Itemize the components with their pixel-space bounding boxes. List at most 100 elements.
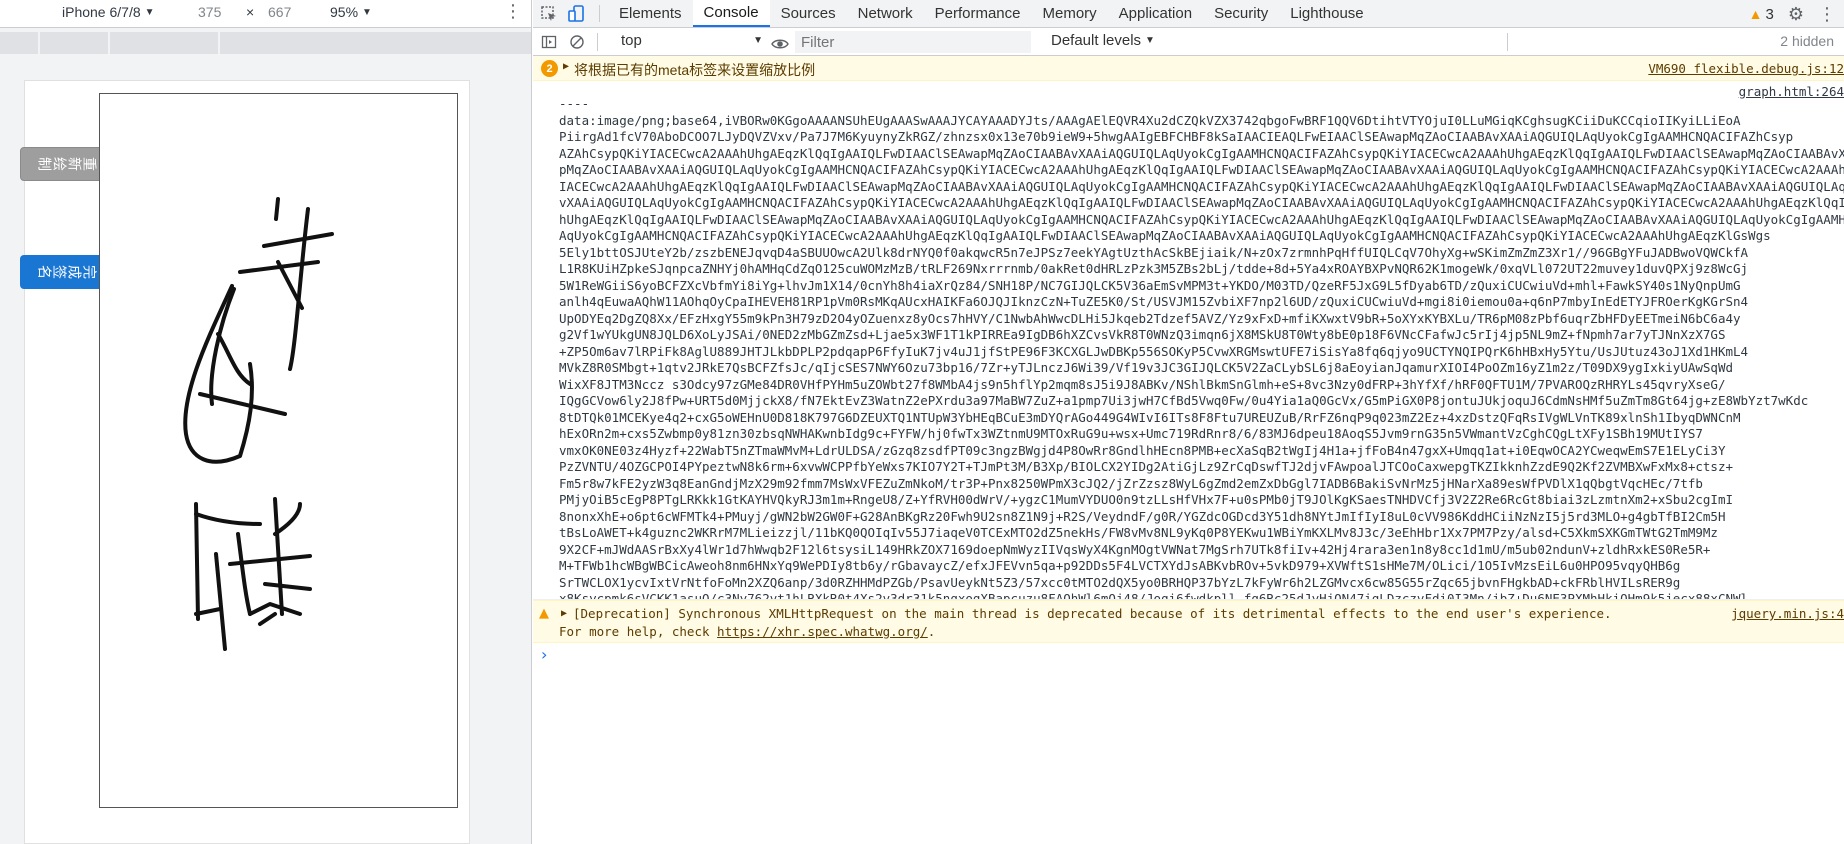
repeat-count-badge: 2 — [541, 60, 558, 77]
base64-text: data:image/png;base64,iVBORw0KGgoAAAANSU… — [559, 112, 1741, 128]
log-levels-value: Default levels — [1051, 32, 1142, 49]
help-prefix: For more help, check — [559, 624, 718, 639]
base64-line: MVkZ8R0SMbgt+1qtv2JRkE7QsBCFZfsJc/qIjcSE… — [533, 360, 1844, 377]
base64-text: IQgGCVow6ly2J8fPw+URT5d0MjjckX8/fN7EktEv… — [559, 393, 1809, 408]
tab-lighthouse[interactable]: Lighthouse — [1279, 0, 1374, 27]
source-link[interactable]: jquery.min.js:4 — [1731, 606, 1844, 621]
base64-text: Fm5r8w7kFE2yzW3q8EanGndjMzX29m92fmm7MsWx… — [559, 475, 1703, 491]
source-link[interactable]: VM690 flexible.debug.js:12 — [1648, 61, 1844, 76]
chevron-down-icon: ▼ — [1145, 35, 1155, 46]
warning-counter[interactable]: ▲ 3 — [1749, 6, 1774, 23]
base64-text: hExORn2m+cxs5Zwbmp0y81zn30zbsqNWHAKwnbId… — [559, 426, 1703, 441]
console-prompt[interactable]: › — [533, 643, 1844, 667]
devtools-tabbar: Elements Console Sources Network Perform… — [533, 0, 1844, 28]
base64-line: AZAhCsypQKiYIACECwcA2AAAhUhgAEqzKlQqIgAA… — [533, 146, 1844, 163]
device-name: iPhone 6/7/8 — [62, 4, 141, 20]
filter-input[interactable] — [795, 31, 1031, 53]
base64-line: PiirgAd1fcV70AboDCOO7LJyDQVZVxv/Pa7J7M6K… — [533, 129, 1844, 146]
more-options-icon[interactable]: ⋮ — [1818, 4, 1836, 25]
base64-text: 8nonxXhE+o6pt6cWFMTk4+PMuyj/gWN2bW2GW0F+… — [559, 508, 1726, 524]
chevron-down-icon: ▼ — [362, 6, 372, 18]
base64-line: tBsLoAWET+k4guznc2WKRrM7MLieizzjl/11bKQ0… — [533, 525, 1844, 542]
help-suffix: . — [927, 624, 936, 639]
base64-line: hUhgAEqzKlQqIgAAIQLFwDIAAClSEAwapMqZAoCI… — [533, 212, 1844, 229]
base64-line: WixXF8JTM3Nccz s3Odcy97zGMe84DR0VHfPYHm5… — [533, 377, 1844, 394]
base64-line: 9X2CF+mJWdAASrBxXy4lWr1d7hWwqb2F12l6tsys… — [533, 542, 1844, 559]
base64-text: M+TFWb1hcWBgWBCicAweoh8nm6HNxYq9WePDIy8t… — [559, 558, 1681, 573]
base64-text: 9X2CF+mJWdAASrBxXy4lWr1d7hWwqb2F12l6tsys… — [559, 541, 1711, 557]
tab-console[interactable]: Console — [692, 0, 770, 27]
log-levels-select[interactable]: Default levels ▼ — [1051, 32, 1155, 49]
base64-line: +ZP5Om6av7lRPiFk8AglU889JHTJLkbDPLP2pdqa… — [533, 344, 1844, 361]
base64-text: anlh4qEuwaAQhW11AOhqOyCpaIHEVEH81RP1pVm0… — [559, 294, 1749, 309]
separator-line: ---- — [559, 96, 590, 111]
tab-sources[interactable]: Sources — [770, 0, 847, 27]
tab-performance[interactable]: Performance — [924, 0, 1032, 27]
console-deprecation-warning: ▲ ▶ [Deprecation] Synchronous XMLHttpReq… — [533, 600, 1844, 643]
console-toolbar: top ▼ Default levels ▼ 2 hidden — [533, 28, 1844, 56]
signature-canvas[interactable] — [99, 93, 458, 808]
base64-line: vXAAiAQGUIQLAqUyokCgIgAAMHCNQACIFAZAhCsy… — [533, 195, 1844, 212]
tab-elements[interactable]: Elements — [608, 0, 693, 27]
tab-application[interactable]: Application — [1108, 0, 1203, 27]
base64-line: data:image/png;base64,iVBORw0KGgoAAAANSU… — [533, 113, 1844, 130]
base64-text: g2Vf1wYUkgUN8JQLD6XoLyJSAi/0NED2zMbGZmZs… — [559, 327, 1726, 342]
context-value: top — [621, 32, 642, 49]
base64-line: pMqZAoCIAABAvXAAiAQGUIQLAqUyokCgIgAAMHCN… — [533, 162, 1844, 179]
expand-arrow-icon[interactable]: ▶ — [563, 61, 569, 72]
context-select[interactable]: top ▼ — [621, 32, 763, 49]
base64-text: tBsLoAWET+k4guznc2WKRrM7MLieizzjl/11bKQ0… — [559, 525, 1718, 540]
base64-text: AqUyokCgIgAAMHCNQACIFAZAhCsypQKiYIACECwc… — [559, 228, 1771, 243]
zoom-select[interactable]: 95% ▼ — [330, 4, 372, 20]
base64-text: UpODYEq2DgZQ8Xx/EFzHxgY55m9kPn3H79zD2O4y… — [559, 310, 1741, 326]
warning-icon: ▲ — [1748, 6, 1763, 22]
base64-text: L1R8KUiHZpkeSJqnpcaZNHYj0hAMHqCdZqO125cu… — [559, 261, 1749, 276]
base64-line: hExORn2m+cxs5Zwbmp0y81zn30zbsqNWHAKwnbId… — [533, 426, 1844, 443]
chevron-down-icon: ▼ — [753, 35, 763, 46]
base64-line: vmxOK0NE03z4Hyzf+22WabT5nZTmaWMvM+LdrULD… — [533, 443, 1844, 460]
tab-network[interactable]: Network — [847, 0, 924, 27]
emulated-viewport: 重新绘制 完成签名 — [20, 80, 470, 844]
base64-line: g2Vf1wYUkgUN8JQLD6XoLyJSAi/0NED2zMbGZmZs… — [533, 327, 1844, 344]
gear-icon[interactable]: ⚙ — [1788, 4, 1804, 25]
base64-text: pMqZAoCIAABAvXAAiAQGUIQLAqUyokCgIgAAMHCN… — [559, 162, 1844, 177]
expand-arrow-icon[interactable]: ▶ — [561, 608, 567, 619]
inspect-element-icon[interactable] — [535, 0, 563, 27]
warning-count: 3 — [1765, 5, 1774, 23]
base64-line: AqUyokCgIgAAMHCNQACIFAZAhCsypQKiYIACECwc… — [533, 228, 1844, 245]
base64-text: 5W1ReWGiiS6yoBCFZXcVbfmYi8iYg+lhvJm1X14/… — [559, 277, 1741, 293]
base64-line: anlh4qEuwaAQhW11AOhqOyCpaIHEVEH81RP1pVm0… — [533, 294, 1844, 311]
eye-icon[interactable] — [766, 30, 794, 58]
tabbar-right: ▲ 3 ⚙ ⋮ — [1749, 0, 1844, 28]
base64-line: L1R8KUiHZpkeSJqnpcaZNHYj0hAMHqCdZqO125cu… — [533, 261, 1844, 278]
device-width-input[interactable]: 375 — [198, 4, 221, 20]
sidebar-toggle-icon[interactable] — [535, 28, 563, 56]
base64-text: hUhgAEqzKlQqIgAAIQLFwDIAAClSEAwapMqZAoCI… — [559, 211, 1844, 227]
device-height-input[interactable]: 667 — [268, 4, 291, 20]
base64-line: PzZVNTU/4OZGCPOI4PYpeztwN8k6rm+6xvwWCPPf… — [533, 459, 1844, 476]
media-query-ruler[interactable] — [0, 32, 531, 54]
base64-line: IQgGCVow6ly2J8fPw+URT5d0MjjckX8/fN7EktEv… — [533, 393, 1844, 410]
base64-line: 5W1ReWGiiS6yoBCFZXcVbfmYi8iYg+lhvJm1X14/… — [533, 278, 1844, 295]
base64-line: Fm5r8w7kFE2yzW3q8EanGndjMzX29m92fmm7MsWx… — [533, 476, 1844, 493]
device-toolbar: iPhone 6/7/8 ▼ 375 × 667 95% ▼ ⋮ — [0, 0, 531, 28]
base64-text: 5Ely1bttOSJUteY2b/zszbENEJqvqD4aSBUUOwcA… — [559, 244, 1749, 260]
device-select[interactable]: iPhone 6/7/8 ▼ — [62, 4, 155, 20]
clear-console-icon[interactable] — [563, 28, 591, 56]
base64-text: PiirgAd1fcV70AboDCOO7LJyDQVZVxv/Pa7J7M6K… — [559, 129, 1794, 144]
more-options-icon[interactable]: ⋮ — [504, 2, 522, 20]
devtools-panel: Elements Console Sources Network Perform… — [533, 0, 1844, 844]
base64-line: IACECwcA2AAAhUhgAEqzKlQqIgAAIQLFwDIAAClS… — [533, 179, 1844, 196]
tab-security[interactable]: Security — [1203, 0, 1279, 27]
base64-text: SrTWCLOX1ycvIxtVrNtfoFoMn2XZQ6anp/3d0RZH… — [559, 574, 1681, 590]
help-link[interactable]: https://xhr.spec.whatwg.org/ — [717, 624, 928, 639]
base64-line: PMjyOiB5cEgP8PTgLRKkk1GtKAYHVQkyRJ3m1m+R… — [533, 492, 1844, 509]
console-log-message: graph.html:264 ---- data:image/png;base6… — [533, 81, 1844, 600]
tab-memory[interactable]: Memory — [1032, 0, 1108, 27]
handwritten-signature — [183, 197, 334, 651]
message-body[interactable]: ---- data:image/png;base64,iVBORw0KGgoAA… — [533, 96, 1844, 600]
base64-text: WixXF8JTM3Nccz s3Odcy97zGMe84DR0VHfPYHm5… — [559, 376, 1726, 392]
device-toolbar-icon[interactable] — [563, 0, 591, 27]
base64-text: x8Ksycpmk6sVCKK1asuO/c3Ny762vt1hLRXkR0t4… — [559, 591, 1749, 600]
help-line: For more help, check https://xhr.spec.wh… — [559, 624, 935, 639]
